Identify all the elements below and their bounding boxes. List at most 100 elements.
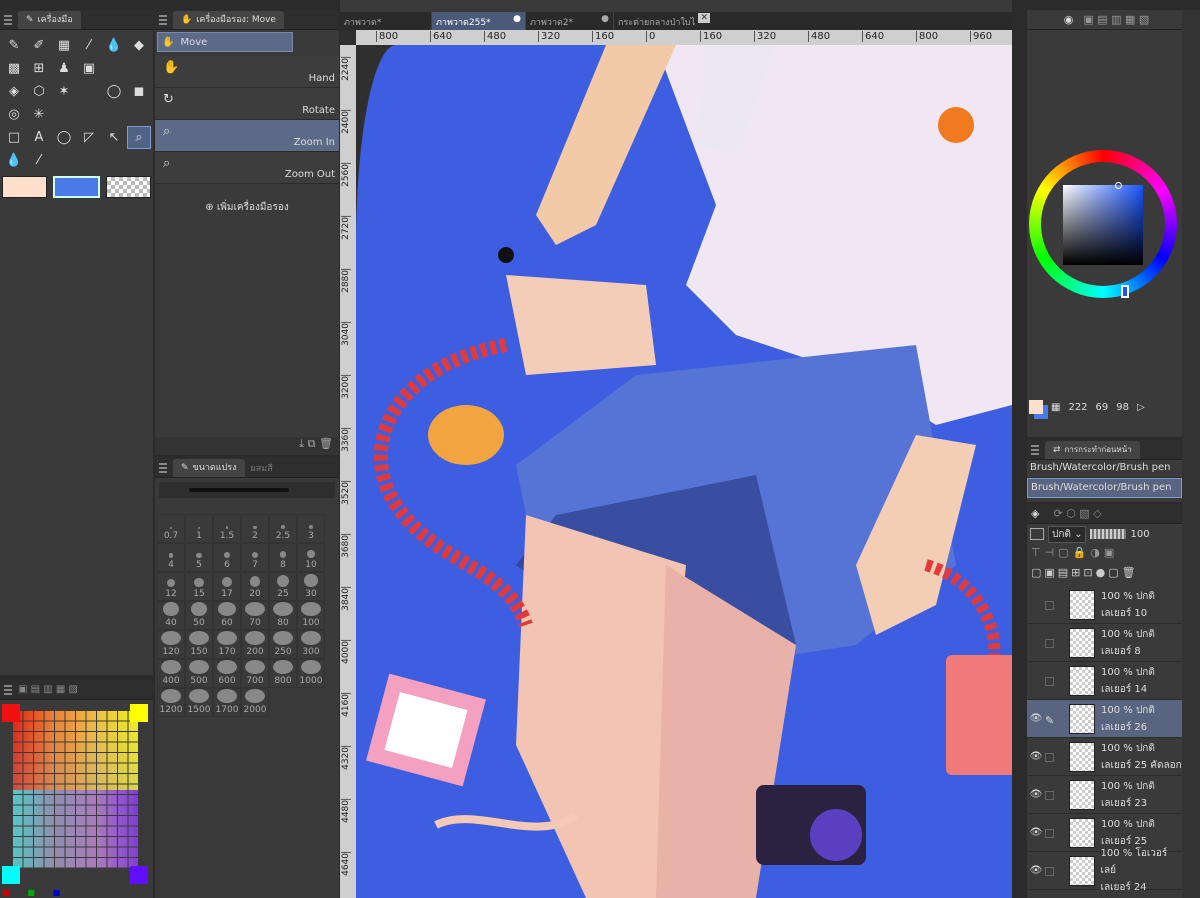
import-icon[interactable]: ⤓ — [299, 437, 304, 450]
corner-violet[interactable] — [130, 866, 148, 884]
mesh-tool-icon[interactable]: ⊞ — [27, 57, 51, 80]
doc-tab-4[interactable]: กระต่ายกลางป่าใบไ ✕ — [614, 12, 712, 30]
fill-tool-icon[interactable]: ◈ — [2, 80, 26, 103]
corner-cyan[interactable] — [2, 866, 20, 884]
panel-scrollbar[interactable] — [1182, 10, 1200, 898]
brush-size-cell[interactable]: 500 — [185, 659, 213, 688]
lock-toggle[interactable] — [1045, 752, 1061, 762]
add-subtool-button[interactable]: ⊕ เพิ่มเครื่องมือรอง — [155, 200, 339, 215]
close-icon[interactable]: ● — [601, 14, 609, 24]
doc-tab-1[interactable]: ภาพวาด* — [340, 12, 432, 30]
layers-tab-icon[interactable]: ◈ — [1031, 507, 1039, 520]
close-icon[interactable]: ● — [513, 14, 521, 24]
brush-size-cell[interactable]: 400 — [157, 659, 185, 688]
opacity-value[interactable]: 100 — [1130, 529, 1149, 540]
pencil-tool-icon[interactable]: ✐ — [27, 34, 51, 57]
layer-row[interactable]: 👁 100 % ปกติ เลเยอร์ 23 — [1027, 776, 1182, 814]
layer-row[interactable]: 👁 100 % โอเวอร์เลย์ เลเยอร์ 24 — [1027, 848, 1182, 893]
tool-panel-tab[interactable]: ✎ เครื่องมือ — [18, 10, 81, 29]
eye-icon[interactable]: 👁 — [1027, 751, 1045, 762]
rect-select-icon[interactable]: ◼ — [127, 80, 151, 103]
panel-tab-icons[interactable]: ⟳ ⬡ ▧ ◇ — [1053, 507, 1101, 520]
brush-size-cell[interactable]: 1.5 — [213, 514, 241, 543]
pen-tool-icon[interactable]: ✎ — [2, 34, 26, 57]
doc-tab-2[interactable]: ภาพวาด255* ● — [432, 12, 526, 30]
canvas-artwork[interactable] — [356, 45, 1012, 898]
brush-size-cell[interactable]: 1200 — [157, 688, 185, 717]
sparkle-tool-icon[interactable]: ✳ — [27, 103, 51, 126]
eraser-tool-icon[interactable]: ◆ — [127, 34, 151, 57]
brush-size-cell[interactable]: 5 — [185, 543, 213, 572]
brush-size-cell[interactable]: 12 — [157, 572, 185, 601]
history-tab[interactable]: ⇄ การกระทำก่อนหน้า — [1045, 440, 1140, 459]
subtool-group-move[interactable]: ✋ Move — [157, 32, 293, 52]
brush-size-cell[interactable]: 120 — [157, 630, 185, 659]
brush-size-cell[interactable]: 17 — [213, 572, 241, 601]
corner-yellow[interactable] — [130, 704, 148, 722]
text-tool-icon[interactable]: A — [27, 126, 51, 149]
brush-size-cell[interactable]: 6 — [213, 543, 241, 572]
brush-size-cell[interactable]: 300 — [297, 630, 325, 659]
brush-size-cell[interactable]: 700 — [241, 659, 269, 688]
layer-row[interactable]: 100 % ปกติ เลเยอร์ 8 — [1027, 624, 1182, 662]
brush-size-cell[interactable]: 2 — [241, 514, 269, 543]
blend-mode-select[interactable]: ปกติ ⌄ — [1048, 525, 1087, 543]
pattern-tool-icon[interactable]: ▩ — [2, 57, 26, 80]
brush-size-cell[interactable]: 600 — [213, 659, 241, 688]
brush-size-cell[interactable]: 40 — [157, 601, 185, 630]
eye-icon[interactable]: 👁 — [1027, 865, 1045, 876]
subtool-rotate[interactable]: ↻ Rotate — [155, 88, 339, 120]
brush-size-cell[interactable]: 2.5 — [269, 514, 297, 543]
brush-size-cell[interactable]: 4 — [157, 543, 185, 572]
eyedropper-tool-icon[interactable]: ⁄ — [27, 149, 51, 172]
eye-icon[interactable]: 👁 — [1027, 827, 1045, 838]
blend-tool-icon[interactable]: 💧 — [102, 34, 126, 57]
layer-row[interactable]: 👁 100 % ปกติ เลเยอร์ 25 คัดลอก — [1027, 738, 1182, 776]
edit-icon[interactable]: ✎ — [1045, 714, 1061, 727]
history-item-selected[interactable]: Brush/Watercolor/Brush pen — [1027, 478, 1182, 498]
spiral-tool-icon[interactable]: ◎ — [2, 103, 26, 126]
brush-tool-icon[interactable]: ⁄ — [77, 34, 101, 57]
brush-size-cell[interactable]: 1500 — [185, 688, 213, 717]
copy-icon[interactable]: ⧉ — [308, 437, 316, 450]
lock-toggle[interactable] — [1045, 638, 1061, 648]
brush-size-cell[interactable]: 200 — [241, 630, 269, 659]
brush-size-cell[interactable]: 1000 — [297, 659, 325, 688]
layer-row[interactable]: 100 % ปกติ เลเยอร์ 14 — [1027, 662, 1182, 700]
brush-size-cell[interactable]: 7 — [241, 543, 269, 572]
layer-row[interactable]: 👁 ✎ 100 % ปกติ เลเยอร์ 26 — [1027, 700, 1182, 738]
lock-toggle[interactable] — [1044, 866, 1061, 876]
brush-size-cell[interactable]: 25 — [269, 572, 297, 601]
lock-toggle[interactable] — [1045, 600, 1061, 610]
eye-icon[interactable]: 👁 — [1027, 713, 1045, 724]
canvas-area[interactable] — [340, 30, 1012, 898]
color-mix-tab[interactable]: ผสมสี — [251, 461, 273, 475]
brush-size-cell[interactable]: 60 — [213, 601, 241, 630]
brush-size-cell[interactable]: 100 — [297, 601, 325, 630]
figure-tool-icon[interactable]: ♟ — [52, 57, 76, 80]
balloon-tool-icon[interactable]: ◯ — [52, 126, 76, 149]
eye-icon[interactable]: 👁 — [1027, 789, 1045, 800]
brush-size-cell[interactable]: 150 — [185, 630, 213, 659]
history-item[interactable]: Brush/Watercolor/Brush pen — [1027, 460, 1182, 478]
operation-tool-icon[interactable]: ↖ — [102, 126, 126, 149]
cube-tool-icon[interactable]: ⬡ — [27, 80, 51, 103]
brush-size-cell[interactable]: 2000 — [241, 688, 269, 717]
corner-red[interactable] — [2, 704, 20, 722]
brush-size-tab[interactable]: ✎ ขนาดแปรง — [173, 458, 245, 477]
close-icon[interactable]: ✕ — [698, 13, 710, 23]
brush-size-cell[interactable]: 80 — [269, 601, 297, 630]
blur-tool-icon[interactable]: 💧 — [2, 149, 26, 172]
hue-cursor[interactable] — [1121, 285, 1129, 298]
brush-size-cell[interactable]: 170 — [213, 630, 241, 659]
brush-size-cell[interactable]: 50 — [185, 601, 213, 630]
brush-size-cell[interactable]: 1 — [185, 514, 213, 543]
play-icon[interactable]: ▷ — [1137, 402, 1145, 413]
lock-toggle[interactable] — [1045, 828, 1061, 838]
magic-wand-icon[interactable]: ✶ — [52, 80, 76, 103]
brush-size-cell[interactable]: 70 — [241, 601, 269, 630]
subtool-zoom-out[interactable]: ⌕ Zoom Out — [155, 152, 339, 184]
brush-size-cell[interactable]: 8 — [269, 543, 297, 572]
layer-type-icon[interactable] — [1030, 528, 1044, 540]
brush-size-cell[interactable]: 30 — [297, 572, 325, 601]
